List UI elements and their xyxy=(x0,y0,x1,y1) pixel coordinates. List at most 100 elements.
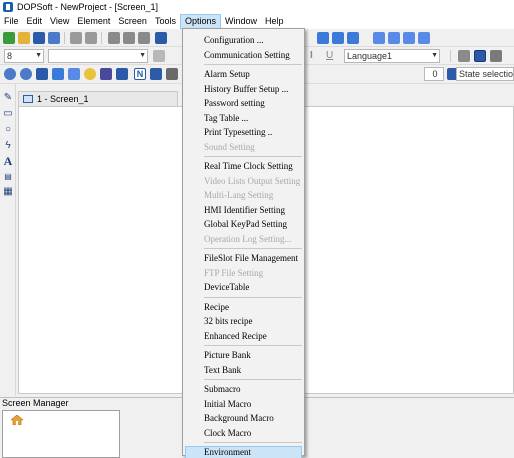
window-title: DOPSoft - NewProject - [Screen_1] xyxy=(17,2,159,12)
font-size-combo[interactable]: 8 ▼ xyxy=(4,49,44,63)
menu-item-devicetable[interactable]: DeviceTable xyxy=(185,281,302,294)
menu-item-configuration[interactable]: Configuration ... xyxy=(185,34,302,47)
menu-bar: File Edit View Element Screen Tools Opti… xyxy=(0,14,514,29)
new-file-icon[interactable] xyxy=(3,32,15,44)
font-name-combo[interactable]: ▼ xyxy=(48,49,148,63)
menu-separator xyxy=(204,156,302,157)
circle-icon[interactable]: ○ xyxy=(2,124,14,136)
rectangle-icon[interactable]: ▭ xyxy=(2,108,14,120)
menu-item-clock-macro[interactable]: Clock Macro xyxy=(185,427,302,440)
meter-element-icon[interactable] xyxy=(20,68,32,80)
zoom-out-icon[interactable] xyxy=(332,32,344,44)
refresh-icon[interactable] xyxy=(373,32,385,44)
font-size-value: 8 xyxy=(7,51,13,61)
pie-element-icon[interactable] xyxy=(68,68,80,80)
zoom-fit-icon[interactable] xyxy=(347,32,359,44)
menu-element[interactable]: Element xyxy=(73,14,114,29)
menu-item-enhanced-recipe[interactable]: Enhanced Recipe xyxy=(185,330,302,343)
screen-tab-label: 1 - Screen_1 xyxy=(37,94,89,104)
find-icon[interactable] xyxy=(155,32,167,44)
menu-item-background-macro[interactable]: Background Macro xyxy=(185,412,302,425)
save-all-icon[interactable] xyxy=(48,32,60,44)
line-tool-icon[interactable] xyxy=(458,50,470,62)
menu-separator xyxy=(204,64,302,65)
menu-item-alarm-setup[interactable]: Alarm Setup xyxy=(185,68,302,81)
menu-separator xyxy=(204,442,302,443)
language-value: Language1 xyxy=(347,51,393,61)
menu-view[interactable]: View xyxy=(46,14,73,29)
menu-item-tag-table[interactable]: Tag Table ... xyxy=(185,112,302,125)
menu-item-picture-bank[interactable]: Picture Bank xyxy=(185,349,302,362)
button-element-icon[interactable] xyxy=(4,68,16,80)
state-select-combo[interactable]: State selectio xyxy=(456,67,514,81)
menu-help[interactable]: Help xyxy=(261,14,288,29)
app-icon xyxy=(3,2,13,12)
language-combo[interactable]: Language1 ▼ xyxy=(344,49,440,63)
drawing-toolbar: ✎ ▭ ○ ϟ A ▤ ▦ xyxy=(0,84,16,396)
menu-item-environment[interactable]: Environment xyxy=(185,446,302,458)
text-tool-icon[interactable]: A xyxy=(2,155,14,167)
rotate-icon[interactable] xyxy=(388,32,400,44)
menu-item-32-bits-recipe[interactable]: 32 bits recipe xyxy=(185,315,302,328)
cut-icon[interactable] xyxy=(108,32,120,44)
title-bar: DOPSoft - NewProject - [Screen_1] xyxy=(0,0,514,14)
trend-element-icon[interactable] xyxy=(150,68,162,80)
polyline-icon[interactable]: ϟ xyxy=(2,140,14,152)
numeric-element-icon[interactable] xyxy=(100,68,112,80)
menu-item-video-lists-output-setting: Video Lists Output Setting xyxy=(204,175,301,186)
scale-tool-icon[interactable]: ▤ xyxy=(2,171,14,183)
menu-item-initial-macro[interactable]: Initial Macro xyxy=(185,398,302,411)
home-icon[interactable] xyxy=(11,415,23,425)
menu-item-fileslot-file-management[interactable]: FileSlot File Management xyxy=(185,252,302,265)
menu-item-print-typesetting[interactable]: Print Typesetting .. xyxy=(185,126,302,139)
menu-edit[interactable]: Edit xyxy=(23,14,47,29)
menu-item-recipe[interactable]: Recipe xyxy=(185,301,302,314)
redo-icon[interactable] xyxy=(85,32,97,44)
snap-icon[interactable] xyxy=(490,50,502,62)
save-icon[interactable] xyxy=(33,32,45,44)
menu-screen[interactable]: Screen xyxy=(114,14,151,29)
display-element-icon[interactable] xyxy=(166,68,178,80)
menu-item-sound-setting: Sound Setting xyxy=(204,141,255,152)
menu-item-text-bank[interactable]: Text Bank xyxy=(185,364,302,377)
chart-element-icon[interactable] xyxy=(116,68,128,80)
grid-toggle-icon[interactable] xyxy=(474,50,486,62)
menu-item-communication-setting[interactable]: Communication Setting xyxy=(185,49,302,62)
link-icon[interactable] xyxy=(403,32,415,44)
menu-window[interactable]: Window xyxy=(221,14,261,29)
screen-manager-pane[interactable] xyxy=(2,410,120,458)
screen-tab[interactable]: 1 - Screen_1 xyxy=(18,91,178,106)
menu-item-history-buffer-setup[interactable]: History Buffer Setup ... xyxy=(185,83,302,96)
menu-tools[interactable]: Tools xyxy=(151,14,180,29)
zoom-in-icon[interactable] xyxy=(317,32,329,44)
bar-element-icon[interactable] xyxy=(36,68,48,80)
undo-icon[interactable] xyxy=(70,32,82,44)
open-folder-icon[interactable] xyxy=(18,32,30,44)
paste-icon[interactable] xyxy=(138,32,150,44)
lamp-element-icon[interactable] xyxy=(84,68,96,80)
menu-item-operation-log-setting: Operation Log Setting... xyxy=(204,233,292,244)
copy-icon[interactable] xyxy=(123,32,135,44)
state-select-label: State selectio xyxy=(459,69,514,79)
chevron-down-icon: ▼ xyxy=(35,52,42,59)
menu-separator xyxy=(204,379,302,380)
state-number-combo[interactable]: 0 xyxy=(424,67,444,81)
menu-options[interactable]: Options xyxy=(179,14,221,29)
menu-file[interactable]: File xyxy=(0,14,23,29)
menu-item-real-time-clock-setting[interactable]: Real Time Clock Setting xyxy=(185,160,302,173)
table-tool-icon[interactable]: ▦ xyxy=(2,186,14,198)
pipe-element-icon[interactable] xyxy=(52,68,64,80)
menu-item-global-keypad-setting[interactable]: Global KeyPad Setting xyxy=(185,218,302,231)
connect-icon[interactable] xyxy=(418,32,430,44)
menu-item-hmi-identifier-setting[interactable]: HMI Identifier Setting xyxy=(185,204,302,217)
menu-item-submacro[interactable]: Submacro xyxy=(185,383,302,396)
menu-item-password-setting[interactable]: Password setting xyxy=(185,97,302,110)
options-dropdown-menu: Configuration ... Communication Setting Al… xyxy=(182,28,305,458)
text-align-icon[interactable] xyxy=(153,50,165,62)
n-element-icon[interactable]: N xyxy=(134,68,146,80)
menu-separator xyxy=(204,296,302,298)
underline-icon[interactable]: U xyxy=(326,50,338,62)
pencil-icon[interactable]: ✎ xyxy=(2,92,14,104)
italic-icon[interactable]: I xyxy=(310,50,322,62)
menu-item-multi-lang-setting: Multi-Lang Setting xyxy=(204,190,274,200)
